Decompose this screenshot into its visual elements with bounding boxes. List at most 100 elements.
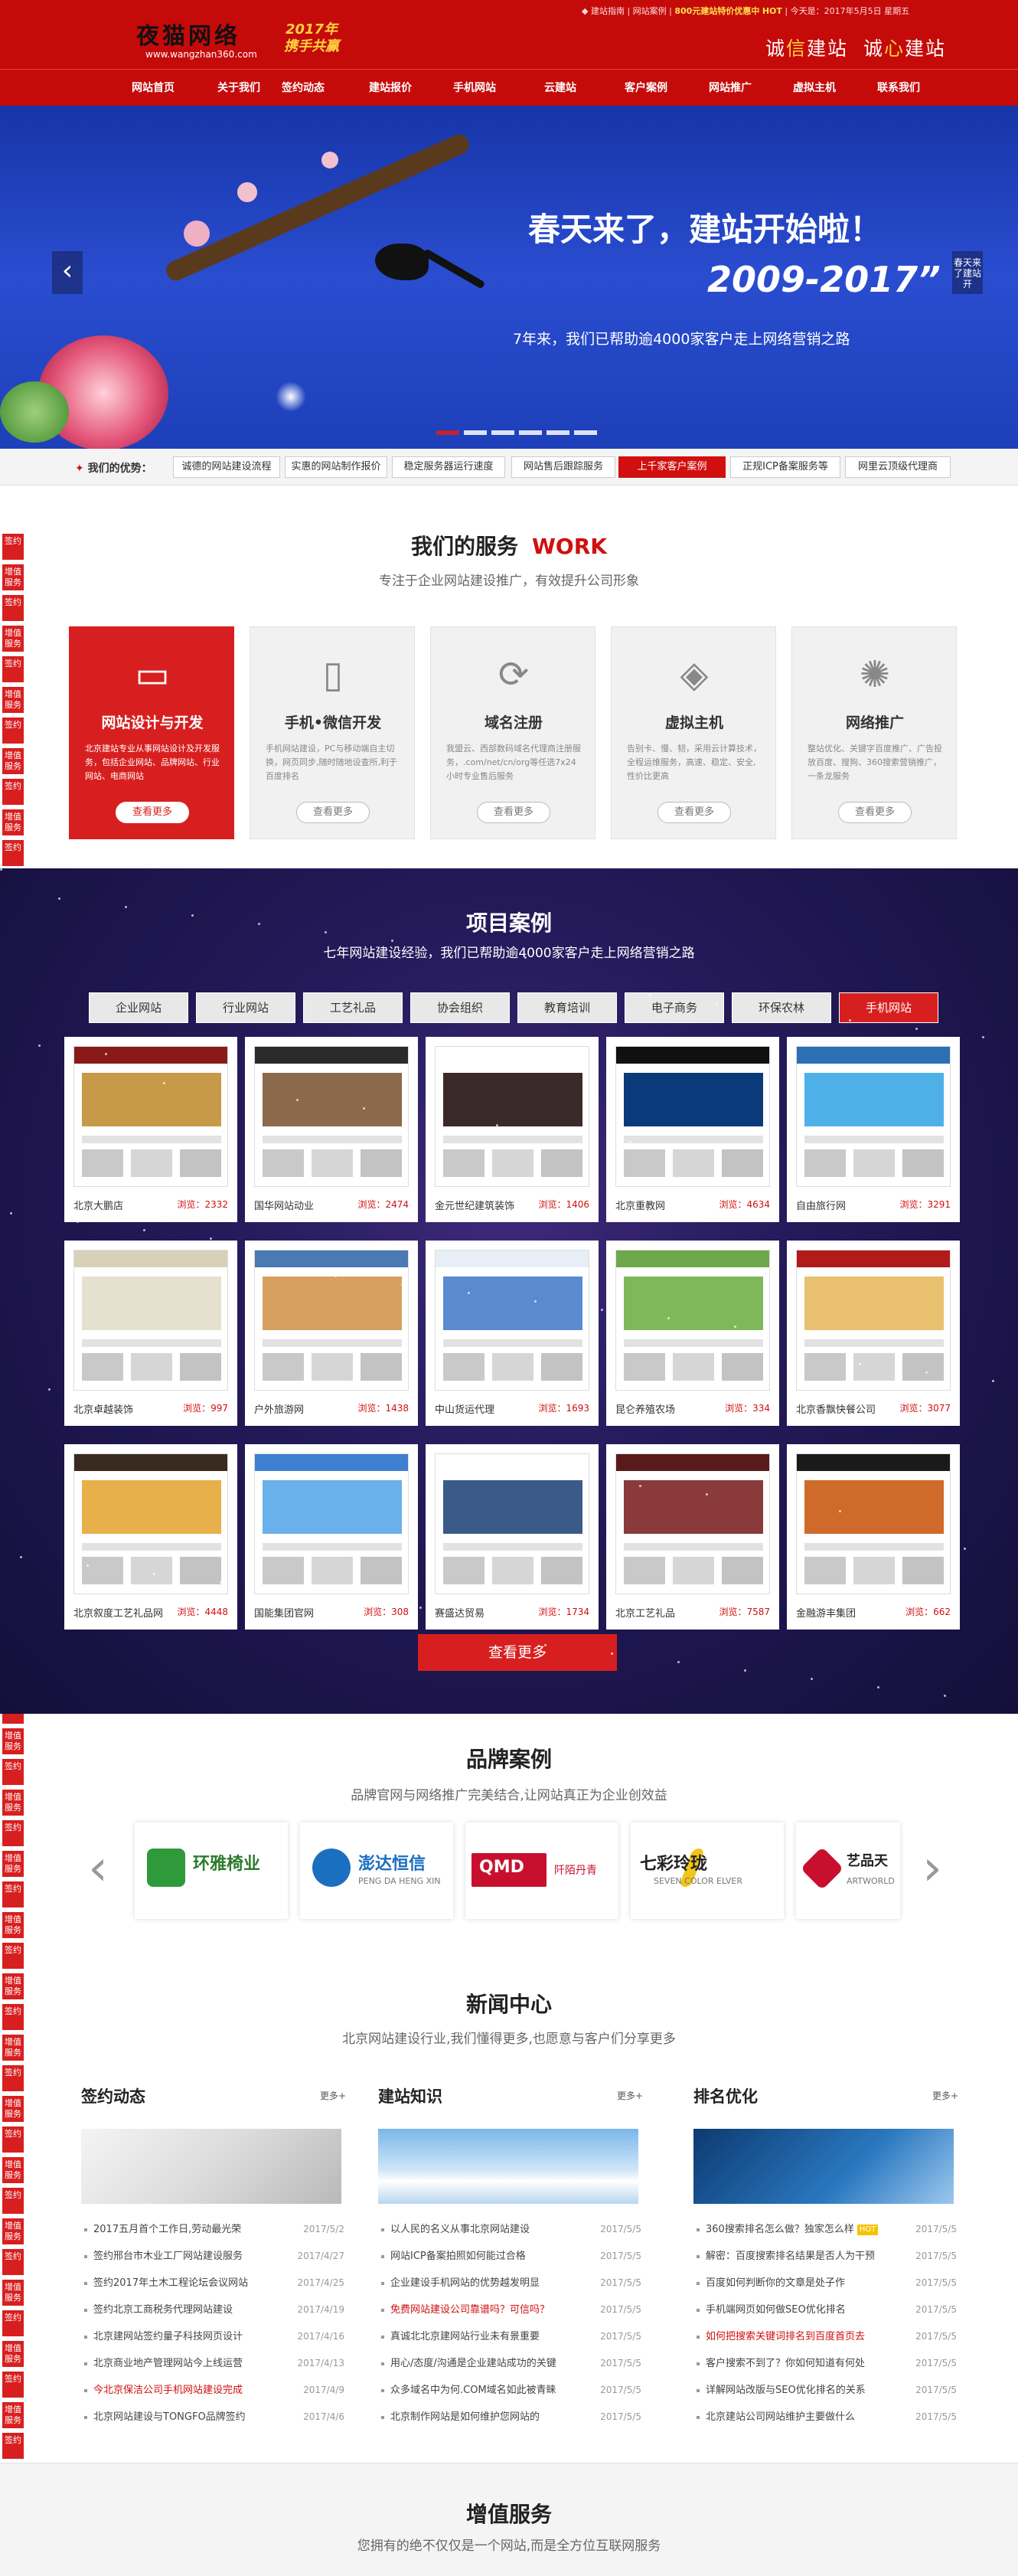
service-more-button[interactable]: 查看更多 [296,802,370,823]
news-item[interactable]: 企业建设手机网站的优势越发明显 2017/5/5 [378,2270,644,2296]
news-item[interactable]: 北京商业地产管理网站今上线运营 2017/4/13 [81,2350,347,2377]
news-item[interactable]: 百度如何判断你的文章是处子作 2017/5/5 [693,2270,960,2296]
news-item[interactable]: 北京建网站签约量子科技网页设计 2017/4/16 [81,2323,347,2350]
side-strip-button[interactable]: 增值服务 [2,2095,24,2123]
case-card[interactable]: 北京叙度工艺礼品网 浏览：4448 [64,1444,237,1630]
news-item[interactable]: 签约北京工商税务代理网站建设 2017/4/19 [81,2296,347,2323]
news-item[interactable]: 如何把搜索关键词排名到百度首页去 2017/5/5 [693,2323,960,2350]
nav-pricing[interactable]: 建站报价 [347,70,433,106]
side-strip-button[interactable]: 签约 [2,1819,24,1847]
news-item[interactable]: 签约2017年土木工程论坛会议网站 2017/4/25 [81,2270,347,2296]
news-item-title[interactable]: 以人民的名义从事北京网站建设 [390,2216,588,2243]
case-card[interactable]: 北京香飘快餐公司 浏览：3077 [787,1241,960,1426]
brand-logo-card[interactable]: 澎达恒信 PENG DA HENG XIN [300,1822,453,1919]
case-card[interactable]: 金融游丰集团 浏览：662 [787,1444,960,1630]
news-item[interactable]: 详解网站改版与SEO优化排名的关系 2017/5/5 [693,2377,960,2404]
side-strip-button[interactable]: 签约 [2,1881,24,1908]
case-tab[interactable]: 教育培训 [517,992,617,1023]
news-more-link[interactable]: 更多+ [617,2089,643,2102]
news-item-title[interactable]: 解密：百度搜索排名结果是否人为干预 [706,2243,903,2270]
case-screenshot[interactable] [254,1046,409,1187]
side-strip-button[interactable]: 增值服务 [2,2279,24,2306]
news-item-title[interactable]: 手机端网页如何做SEO优化排名 [706,2296,903,2323]
news-item[interactable]: 以人民的名义从事北京网站建设 2017/5/5 [378,2216,644,2243]
news-item-title[interactable]: 众多域名中为何.COM域名如此被青睐 [390,2377,588,2404]
side-strip-button[interactable]: 签约 [2,2371,24,2398]
case-tab[interactable]: 手机网站 [839,992,938,1023]
case-name[interactable]: 赛盛达贸易 [435,1605,485,1620]
case-name[interactable]: 北京大鹏店 [73,1198,123,1212]
news-item[interactable]: 2017五月首个工作日,劳动最光荣 2017/5/2 [81,2216,347,2243]
news-item-title[interactable]: 2017五月首个工作日,劳动最光荣 [93,2216,291,2243]
news-image-knowledge[interactable] [378,2129,638,2204]
case-screenshot[interactable] [796,1046,951,1187]
service-card-web-design[interactable]: ▭ 网站设计与开发 北京建站专业从事网站设计及开发服务，包括企业网站、品牌网站、… [69,626,234,839]
service-card-mobile[interactable]: ▯ 手机•微信开发 手机网站建设，PC与移动端自主切换，网页同步,随时随地设查所… [250,626,415,839]
banner-next-button[interactable]: 春天来了建站开 [952,251,983,294]
case-card[interactable]: 北京工艺礼品 浏览：7587 [606,1444,779,1630]
news-more-link[interactable]: 更多+ [932,2089,958,2102]
case-card[interactable]: 北京大鹏店 浏览：2332 [64,1037,237,1222]
news-item[interactable]: 北京网站建设与TONGFO品牌签约 2017/4/6 [81,2404,347,2431]
case-name[interactable]: 北京香飘快餐公司 [796,1401,876,1416]
case-card[interactable]: 昆仑养殖农场 浏览：334 [606,1241,779,1426]
side-strip-button[interactable]: 签约 [2,2126,24,2153]
side-strip-button[interactable]: 增值服务 [2,809,24,836]
banner-dot[interactable] [519,430,542,435]
case-tab[interactable]: 电子商务 [625,992,724,1023]
news-item-title[interactable]: 360搜索排名怎么做？独家怎么样 HOT [706,2216,903,2243]
nav-promotion[interactable]: 网站推广 [687,70,773,106]
service-card-domain[interactable]: ⟳ 域名注册 我盟云、西部数码域名代理商注册服务，.com/net/cn/org… [430,626,595,839]
news-item-title[interactable]: 北京制作网站是如何维护您网站的 [390,2404,588,2431]
side-strip-button[interactable]: 增值服务 [2,2218,24,2245]
nav-home[interactable]: 网站首页 [110,70,196,106]
advantage-item-active[interactable]: 上千家客户案例 [618,456,726,478]
case-name[interactable]: 金元世纪建筑装饰 [435,1198,514,1212]
case-card[interactable]: 国华网站动业 浏览：2474 [245,1037,418,1222]
brand-logo-card[interactable]: 环雅椅业 [135,1822,288,1919]
brands-prev-arrow[interactable]: ‹ [84,1844,112,1899]
news-more-link[interactable]: 更多+ [320,2089,346,2102]
hero-banner[interactable]: 春天来了，建站开始啦！ 2009-2017” 7年来，我们已帮助逾4000家客户… [0,106,1018,449]
brand-logo-card[interactable]: 七彩玲珑 SEVEN COLOR ELVER [631,1822,784,1919]
side-strip-button[interactable]: 签约 [2,717,24,744]
banner-prev-button[interactable]: ‹ [52,251,83,294]
news-item-title[interactable]: 签约邢台市木业工厂网站建设服务 [93,2243,291,2270]
news-item-title[interactable]: 网站ICP备案拍照如何能过合格 [390,2243,588,2270]
advantage-item[interactable]: 实惠的网站制作报价 [285,456,387,478]
advantage-item[interactable]: 网站售后跟踪服务 [511,456,615,478]
news-item[interactable]: 北京建站公司网站维护主要做什么 2017/5/5 [693,2404,960,2431]
case-name[interactable]: 北京叙度工艺礼品网 [73,1605,163,1620]
side-strip-button[interactable]: 增值服务 [2,2340,24,2368]
banner-dot[interactable] [574,430,597,435]
case-tab[interactable]: 环保农林 [732,992,831,1023]
banner-dot[interactable] [436,430,459,435]
case-card[interactable]: 国能集团官网 浏览：308 [245,1444,418,1630]
banner-dot[interactable] [464,430,487,435]
news-item-title[interactable]: 免费网站建设公司靠谱吗？可信吗？ [390,2296,588,2323]
case-screenshot[interactable] [796,1453,951,1594]
side-strip-button[interactable]: 签约 [2,778,24,806]
news-item-title[interactable]: 真诚北北京建网站行业未有景重要 [390,2323,588,2350]
side-strip-button[interactable]: 增值服务 [2,747,24,775]
advantage-item[interactable]: 诚德的网站建设流程 [173,456,280,478]
side-strip-button[interactable]: 签约 [2,655,24,683]
case-name[interactable]: 国能集团官网 [254,1605,314,1620]
case-card[interactable]: 北京重教网 浏览：4634 [606,1037,779,1222]
news-item[interactable]: 北京制作网站是如何维护您网站的 2017/5/5 [378,2404,644,2431]
promo-text[interactable]: 800元建站特价优惠中 [674,6,759,16]
news-item-title[interactable]: 签约北京工商税务代理网站建设 [93,2296,291,2323]
news-item-title[interactable]: 北京商业地产管理网站今上线运营 [93,2350,291,2377]
service-more-button[interactable]: 查看更多 [477,802,550,823]
case-card[interactable]: 户外旅游网 浏览：1438 [245,1241,418,1426]
news-item[interactable]: 众多域名中为何.COM域名如此被青睐 2017/5/5 [378,2377,644,2404]
news-item[interactable]: 签约邢台市木业工厂网站建设服务 2017/4/27 [81,2243,347,2270]
case-tab[interactable]: 行业网站 [196,992,295,1023]
news-item-title[interactable]: 北京建网站签约量子科技网页设计 [93,2323,291,2350]
news-item[interactable]: 客户搜索不到了？你如何知道有何处 2017/5/5 [693,2350,960,2377]
news-item-title[interactable]: 企业建设手机网站的优势越发明显 [390,2270,588,2296]
news-item[interactable]: 手机端网页如何做SEO优化排名 2017/5/5 [693,2296,960,2323]
case-screenshot[interactable] [73,1453,228,1594]
news-item-title[interactable]: 北京建站公司网站维护主要做什么 [706,2404,903,2431]
side-strip-button[interactable]: 签约 [2,839,24,867]
